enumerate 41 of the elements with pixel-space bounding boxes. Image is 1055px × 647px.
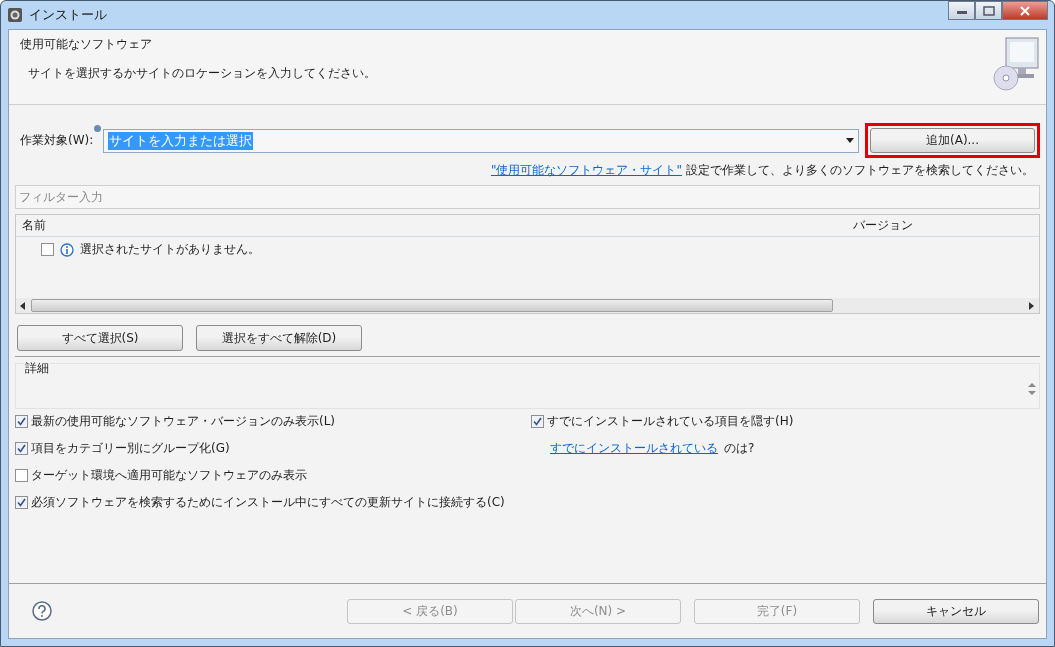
window-title: インストール <box>29 6 107 24</box>
maximize-button[interactable] <box>975 1 1002 20</box>
scroll-right-icon <box>1029 301 1035 310</box>
page-title: 使用可能なソフトウェア <box>20 36 153 53</box>
installed-link[interactable]: すでにインストールされている <box>550 440 718 457</box>
checkbox[interactable] <box>15 496 28 509</box>
checkbox[interactable] <box>15 469 28 482</box>
software-sites-link[interactable]: "使用可能なソフトウェア・サイト" <box>490 162 682 179</box>
checkbox[interactable] <box>41 243 54 256</box>
dropdown-arrow-icon <box>846 138 854 143</box>
add-button[interactable]: 追加(A)... <box>870 128 1035 153</box>
scroll-left-icon <box>20 301 26 310</box>
spinner-arrows-icon[interactable] <box>1028 382 1036 396</box>
column-header[interactable]: 名前 <box>16 217 847 234</box>
help-icon[interactable] <box>32 601 52 621</box>
option-label: ターゲット環境へ適用可能なソフトウェアのみ表示 <box>31 467 307 484</box>
checkbox[interactable] <box>531 415 544 428</box>
filter-field[interactable]: フィルター入力 <box>15 185 1040 209</box>
scrollbar-thumb[interactable] <box>31 299 833 312</box>
gear-icon <box>7 7 23 23</box>
select-button[interactable]: すべて選択(S) <box>17 325 183 351</box>
option-label: 最新の使用可能なソフトウェア・バージョンのみ表示(L) <box>31 413 336 430</box>
minimize-button[interactable] <box>948 1 975 20</box>
wizard-button[interactable]: キャンセル <box>873 598 1039 624</box>
table-cell: 選択されたサイトがありません。 <box>80 241 260 258</box>
work-with-label: 作業対象(W): <box>20 132 94 149</box>
maximize-icon <box>982 5 995 16</box>
close-button[interactable] <box>1002 1 1048 20</box>
details-label: 詳細 <box>24 360 50 377</box>
checkbox[interactable] <box>15 415 28 428</box>
page-description: サイトを選択するかサイトのロケーションを入力してください。 <box>27 65 376 82</box>
installed-hint-text: のは? <box>724 440 755 457</box>
select-button[interactable]: 選択をすべて解除(D) <box>196 325 362 351</box>
horizontal-scrollbar[interactable] <box>16 298 1039 313</box>
option-label: 必須ソフトウェアを検索するためにインストール中にすべての更新サイトに接続する(C) <box>31 494 505 511</box>
option-label: 項目をカテゴリー別にグループ化(G) <box>31 440 230 457</box>
option-label: すでにインストールされている項目を隠す(H) <box>547 413 794 430</box>
column-header[interactable]: バージョン <box>847 217 913 234</box>
checkbox[interactable] <box>15 442 28 455</box>
close-icon <box>1019 5 1031 16</box>
hint-text: 設定で作業して、より多くのソフトウェアを検索してください。 <box>686 162 1034 179</box>
